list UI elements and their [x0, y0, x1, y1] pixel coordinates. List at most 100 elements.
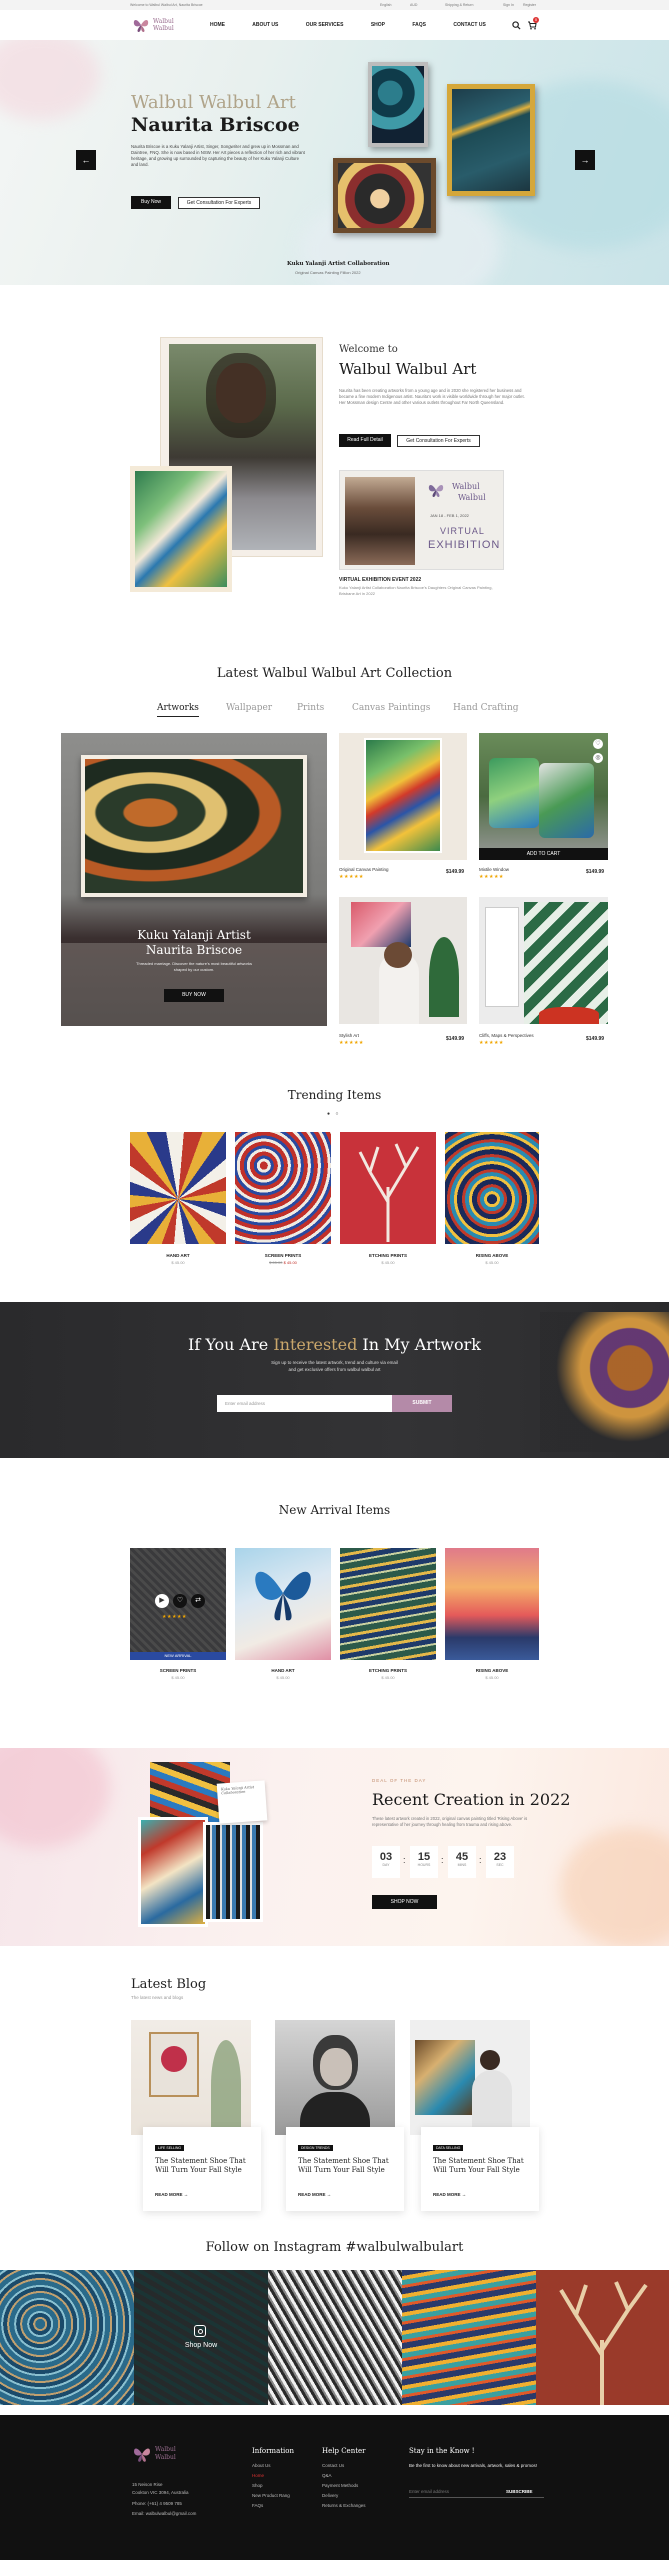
footer-help-payment[interactable]: Payment Methods: [322, 2483, 358, 2488]
nav-about[interactable]: ABOUT US: [252, 22, 278, 28]
nav-shop[interactable]: SHOP: [371, 22, 385, 28]
currency-selector[interactable]: AUD: [410, 3, 417, 7]
insta-tile-5[interactable]: [536, 2270, 669, 2405]
interest-submit-button[interactable]: SUBMIT: [392, 1395, 452, 1412]
arrival-name-3[interactable]: ETCHING PRINTS: [340, 1668, 436, 1673]
arrival-name-2[interactable]: HAND ART: [235, 1668, 331, 1673]
product-name-4[interactable]: Cliffs, Maps & Perspectives: [479, 1033, 534, 1038]
interest-title-a: If You Are: [188, 1335, 269, 1354]
arrival-image-4[interactable]: [445, 1548, 539, 1660]
quickview-circle-icon[interactable]: ▶: [155, 1594, 169, 1608]
recent-shop-button[interactable]: SHOP NOW: [372, 1895, 437, 1909]
nav-services[interactable]: OUR SERVICES: [306, 22, 344, 28]
arrival-name-1[interactable]: SCREEN PRINTS: [130, 1668, 226, 1673]
footer-help-delivery[interactable]: Delivery: [322, 2493, 338, 2498]
insta-shop-now[interactable]: Shop Now: [134, 2342, 268, 2349]
shipping-link[interactable]: Shipping & Return: [445, 3, 473, 7]
hero-prev-button[interactable]: ←: [76, 150, 96, 170]
nav-menu: HOME ABOUT US OUR SERVICES SHOP FAQS CON…: [210, 22, 512, 28]
arrival-image-1[interactable]: ▶ ♡ ⇄ ★★★★★ NEW ARRIVAL: [130, 1548, 226, 1660]
site-logo[interactable]: Walbul Walbul: [132, 16, 187, 34]
blog-post-title-3[interactable]: The Statement Shoe That Will Turn Your F…: [433, 2157, 528, 2175]
insta-tile-3[interactable]: [268, 2270, 402, 2405]
insta-tile-1[interactable]: [0, 2270, 134, 2405]
footer-email[interactable]: Email: walbulwalbul@gmail.com: [132, 2511, 196, 2516]
trend-price-3: $ 45.00: [381, 1260, 395, 1265]
poster-exhibition: EXHIBITION: [428, 539, 501, 551]
arrival-name-4[interactable]: RISING ABOVE: [444, 1668, 540, 1673]
product-price-1: $149.99: [446, 869, 465, 875]
countdown-mins-value: 45: [455, 1851, 469, 1863]
exhibition-poster[interactable]: Walbul Walbul JAN 18 - FEB 1, 2022 VIRTU…: [339, 470, 504, 570]
hero-next-button[interactable]: →: [575, 150, 595, 170]
trend-name-2[interactable]: SCREEN PRINTS: [235, 1253, 331, 1258]
interest-email-input[interactable]: Enter email address: [217, 1395, 392, 1412]
quickview-icon[interactable]: ◎: [593, 753, 603, 763]
language-selector[interactable]: English: [380, 3, 391, 7]
blog-image-1[interactable]: [131, 2020, 251, 2135]
arrival-image-3[interactable]: [340, 1548, 436, 1660]
trend-image-1[interactable]: [130, 1132, 226, 1244]
feature-buy-button[interactable]: BUY NOW: [164, 989, 224, 1002]
trend-image-2[interactable]: [235, 1132, 331, 1244]
tab-prints[interactable]: Prints: [297, 703, 324, 713]
product-name-2[interactable]: Mixtile Window: [479, 867, 509, 872]
welcome-title: Walbul Walbul Art: [339, 360, 477, 378]
compare-circle-icon[interactable]: ⇄: [191, 1594, 205, 1608]
blog-post-title-1[interactable]: The Statement Shoe That Will Turn Your F…: [155, 2157, 250, 2175]
wishlist-icon[interactable]: ♡: [593, 739, 603, 749]
blog-readmore-1[interactable]: READ MORE →: [155, 2192, 188, 2197]
footer-help-returns[interactable]: Returns & Exchanges: [322, 2503, 366, 2508]
trend-image-4[interactable]: [445, 1132, 539, 1244]
blog-card-2: DESIGN TRENDS The Statement Shoe That Wi…: [286, 2127, 404, 2211]
trend-image-3[interactable]: [340, 1132, 436, 1244]
blog-post-title-2[interactable]: The Statement Shoe That Will Turn Your F…: [298, 2157, 393, 2175]
trend-name-3[interactable]: ETCHING PRINTS: [340, 1253, 436, 1258]
blog-image-3[interactable]: [410, 2020, 530, 2135]
insta-tile-2[interactable]: Shop Now: [134, 2270, 268, 2405]
interest-banner: If You Are Interested In My Artwork Sign…: [0, 1302, 669, 1458]
trend-name-4[interactable]: RISING ABOVE: [444, 1253, 540, 1258]
footer-info-faqs[interactable]: FAQs: [252, 2503, 263, 2508]
product-name-1[interactable]: Original Canvas Painting: [339, 867, 389, 872]
product-price-3: $149.99: [446, 1036, 465, 1042]
product-image-1[interactable]: [339, 733, 467, 860]
tab-canvas[interactable]: Canvas Paintings: [352, 703, 430, 713]
tab-artworks[interactable]: Artworks: [157, 703, 199, 717]
arrow-right-icon: →: [326, 2192, 332, 2197]
footer-help-contact[interactable]: Contact Us: [322, 2463, 344, 2468]
trend-new-price-2: $ 45.00: [283, 1260, 297, 1265]
product-image-2[interactable]: ADD TO CART ♡ ◎: [479, 733, 608, 860]
hero-consult-button[interactable]: Get Consultation For Experts: [178, 197, 260, 209]
product-image-4[interactable]: [479, 897, 608, 1024]
blog-image-2[interactable]: [275, 2020, 395, 2135]
nav-contact[interactable]: CONTACT US: [453, 22, 485, 28]
arrival-image-2[interactable]: [235, 1548, 331, 1660]
nav-faqs[interactable]: FAQS: [412, 22, 426, 28]
welcome-consult-button[interactable]: Get Consultation For Experts: [397, 435, 480, 447]
read-detail-button[interactable]: Read Full Detail: [339, 434, 391, 447]
product-image-3[interactable]: [339, 897, 467, 1024]
blog-readmore-2[interactable]: READ MORE →: [298, 2192, 331, 2197]
register-link[interactable]: Register: [523, 3, 536, 7]
blog-readmore-3[interactable]: READ MORE →: [433, 2192, 466, 2197]
product-name-3[interactable]: Stylish Art: [339, 1033, 359, 1038]
footer-info-home[interactable]: Home: [252, 2473, 264, 2478]
footer-info-about[interactable]: About Us: [252, 2463, 271, 2468]
footer-info-new[interactable]: New Product Rang: [252, 2493, 290, 2498]
insta-tile-4[interactable]: [402, 2270, 536, 2405]
trend-name-1[interactable]: HAND ART: [130, 1253, 226, 1258]
tab-wallpaper[interactable]: Wallpaper: [226, 703, 272, 713]
add-to-cart-bar[interactable]: ADD TO CART: [479, 848, 608, 860]
signin-link[interactable]: Sign In: [503, 3, 514, 7]
wishlist-circle-icon[interactable]: ♡: [173, 1594, 187, 1608]
search-icon[interactable]: [512, 21, 521, 30]
footer-subscribe-button[interactable]: SUBSCRIBE: [506, 2489, 533, 2494]
countdown-days: 03 DAY: [372, 1846, 400, 1878]
footer-info-shop[interactable]: Shop: [252, 2483, 263, 2488]
nav-home[interactable]: HOME: [210, 22, 225, 28]
feature-artwork-card[interactable]: Kuku Yalanji Artist Naurita Briscoe Thre…: [61, 733, 327, 1026]
footer-help-qa[interactable]: Q&A: [322, 2473, 332, 2478]
tab-handcraft[interactable]: Hand Crafting: [453, 703, 519, 713]
hero-buy-button[interactable]: Buy Now: [131, 196, 171, 209]
